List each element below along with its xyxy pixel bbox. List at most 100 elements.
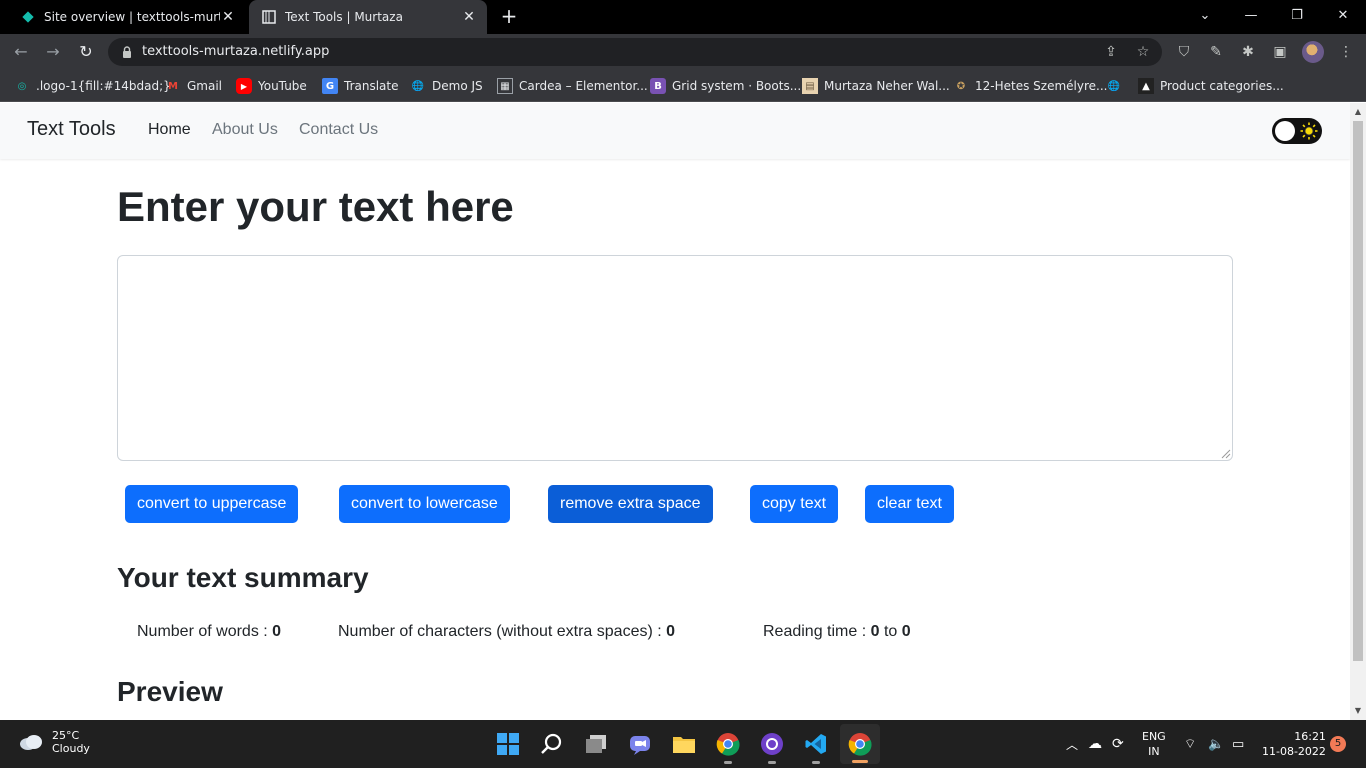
- lowercase-button[interactable]: convert to lowercase: [339, 485, 510, 523]
- onedrive-icon[interactable]: ☁: [1088, 720, 1102, 768]
- bookmark-item[interactable]: ▶ YouTube: [236, 76, 307, 96]
- shield-extension-icon[interactable]: ⛉: [1174, 42, 1194, 62]
- language-indicator[interactable]: ENG IN: [1142, 720, 1166, 768]
- clock[interactable]: 16:21 11-08-2022: [1262, 720, 1326, 768]
- url-text: texttools-murtaza.netlify.app: [142, 44, 330, 59]
- page-title: Enter your text here: [117, 183, 514, 230]
- share-icon[interactable]: ⇪: [1102, 43, 1120, 61]
- forward-button[interactable]: →: [42, 41, 64, 63]
- battery-icon[interactable]: ▭: [1232, 720, 1244, 768]
- tab-site-overview[interactable]: Site overview | texttools-murtaza ✕: [8, 0, 246, 34]
- uppercase-button[interactable]: convert to uppercase: [125, 485, 299, 523]
- globe-icon: 🌐: [1107, 80, 1121, 92]
- bookmark-item[interactable]: M Gmail: [165, 76, 222, 96]
- file-explorer-icon[interactable]: [670, 730, 698, 758]
- github-desktop-icon[interactable]: [758, 730, 786, 764]
- nav-contact-us[interactable]: Contact Us: [299, 121, 378, 139]
- bookmark-item[interactable]: ▦ Cardea – Elementor...: [497, 76, 648, 96]
- brand-link[interactable]: Text Tools: [27, 118, 116, 141]
- dark-mode-toggle[interactable]: [1272, 118, 1322, 144]
- lock-icon: [123, 46, 131, 58]
- site-navbar: Text Tools Home About Us Contact Us: [0, 103, 1350, 159]
- translate-icon: G: [322, 78, 338, 94]
- scroll-up-icon[interactable]: ▲: [1353, 107, 1363, 117]
- tab-title: Site overview | texttools-murtaza: [44, 10, 220, 24]
- nav-about-us[interactable]: About Us: [212, 121, 278, 139]
- globe-icon: 🌐: [411, 80, 425, 92]
- bookmark-item[interactable]: ◎ .logo-1{fill:#14bdad;}: [14, 76, 171, 96]
- toggle-knob: [1275, 121, 1295, 141]
- show-hidden-icons[interactable]: ︿: [1066, 720, 1078, 768]
- remove-extra-space-button[interactable]: remove extra space: [548, 485, 713, 523]
- back-button[interactable]: ←: [10, 41, 32, 63]
- sync-icon[interactable]: ⟳: [1112, 720, 1124, 768]
- bookmark-item[interactable]: ▲ Product categories...: [1138, 76, 1284, 96]
- resize-grip-icon[interactable]: [1219, 447, 1231, 459]
- bookmark-item[interactable]: G Translate: [322, 76, 399, 96]
- close-tab-icon[interactable]: ✕: [461, 9, 477, 25]
- profile-avatar[interactable]: [1302, 41, 1324, 63]
- tab-strip: Site overview | texttools-murtaza ✕ Text…: [0, 0, 1366, 34]
- cloud-icon: [20, 735, 42, 750]
- text-input[interactable]: [117, 255, 1233, 461]
- close-tab-icon[interactable]: ✕: [220, 9, 236, 25]
- new-tab-button[interactable]: +: [498, 5, 520, 27]
- badge-icon: ✪: [956, 80, 966, 92]
- tab-text-tools[interactable]: Text Tools | Murtaza ✕: [249, 0, 487, 34]
- character-count: Number of characters (without extra spac…: [338, 623, 676, 640]
- puzzle-extensions-icon[interactable]: ✱: [1238, 42, 1258, 62]
- bookmark-item[interactable]: 🌐 Demo JS: [410, 76, 483, 96]
- sun-icon: [1300, 122, 1318, 140]
- bookmark-item[interactable]: B Grid system · Boots...: [650, 76, 801, 96]
- maximize-button[interactable]: ❐: [1274, 0, 1320, 34]
- address-bar[interactable]: texttools-murtaza.netlify.app ⇪ ☆: [108, 38, 1162, 66]
- tab-title: Text Tools | Murtaza: [285, 10, 403, 24]
- notification-badge[interactable]: 5: [1330, 736, 1346, 752]
- clear-text-button[interactable]: clear text: [865, 485, 954, 523]
- page-scrollbar[interactable]: ▲ ▼: [1350, 103, 1366, 720]
- chrome-icon[interactable]: [714, 730, 742, 764]
- word-count: Number of words : 0: [137, 623, 282, 640]
- doc-icon: ▤: [802, 78, 818, 94]
- reload-button[interactable]: ↻: [75, 41, 97, 63]
- nav-home[interactable]: Home: [148, 121, 191, 139]
- temperature: 25°C: [52, 729, 80, 742]
- scroll-down-icon[interactable]: ▼: [1353, 706, 1363, 716]
- reading-time-max: 0: [901, 623, 911, 640]
- chrome-active-icon[interactable]: [846, 730, 874, 758]
- menu-icon[interactable]: ⋮: [1336, 42, 1356, 62]
- bookmark-star-icon[interactable]: ☆: [1134, 43, 1152, 61]
- scrollbar-thumb[interactable]: [1353, 121, 1363, 661]
- pen-extension-icon[interactable]: ✎: [1206, 42, 1226, 62]
- vscode-icon[interactable]: [802, 730, 830, 764]
- reading-time: Reading time : 0 to 0: [763, 623, 911, 640]
- summary-title: Your text summary: [117, 562, 369, 593]
- wifi-icon[interactable]: ⌔: [1184, 720, 1196, 768]
- minimize-button[interactable]: —: [1228, 0, 1274, 34]
- netlify-diamond-icon: [20, 9, 36, 25]
- circle-logo-icon: ◎: [17, 80, 27, 92]
- task-view-icon[interactable]: [582, 730, 610, 758]
- bookmark-item[interactable]: ▤ Murtaza Neher Wal...: [802, 76, 950, 96]
- character-count-value: 0: [666, 623, 676, 640]
- teams-chat-icon[interactable]: [626, 730, 654, 758]
- volume-icon[interactable]: 🔈: [1208, 720, 1224, 768]
- close-window-button[interactable]: ✕: [1320, 0, 1366, 34]
- side-panel-icon[interactable]: ▣: [1270, 42, 1290, 62]
- bookmark-item[interactable]: ✪ 12-Hetes Személyre...: [953, 76, 1108, 96]
- tab-search-icon[interactable]: ⌄: [1182, 0, 1228, 34]
- page-viewport: Text Tools Home About Us Contact Us Ente…: [0, 103, 1350, 720]
- copy-text-button[interactable]: copy text: [750, 485, 839, 523]
- search-icon[interactable]: [538, 730, 566, 758]
- browser-toolbar: ← → ↻ texttools-murtaza.netlify.app ⇪ ☆ …: [0, 34, 1366, 70]
- word-count-value: 0: [272, 623, 282, 640]
- youtube-icon: ▶: [236, 78, 252, 94]
- bootstrap-icon: B: [650, 78, 666, 94]
- gmail-icon: M: [168, 80, 178, 92]
- windows-taskbar: 25°C Cloudy ︿ ☁ ⟳ ENG IN ⌔ 🔈 ▭ 16:21 11-…: [0, 720, 1366, 768]
- grid-icon: ▦: [497, 78, 513, 94]
- preview-title: Preview: [117, 676, 223, 707]
- windows-start-icon[interactable]: [494, 730, 522, 758]
- weather-widget[interactable]: 25°C Cloudy: [18, 729, 90, 755]
- bookmark-item[interactable]: 🌐: [1106, 76, 1128, 96]
